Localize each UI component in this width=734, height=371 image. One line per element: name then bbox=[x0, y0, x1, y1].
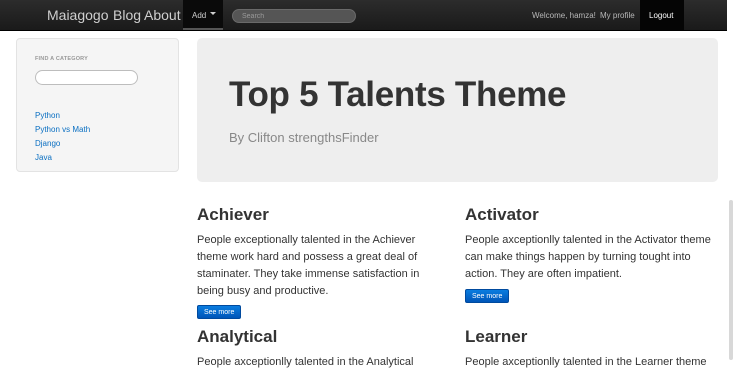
add-dropdown-label: Add bbox=[192, 11, 207, 20]
search-input[interactable] bbox=[232, 9, 356, 23]
top-navbar: Maiagogo Blog About Add Welcome, hamza! … bbox=[0, 0, 727, 31]
page-subtitle: By Clifton strengthsFinder bbox=[229, 130, 379, 145]
logout-button[interactable]: Logout bbox=[640, 0, 684, 30]
brand-link[interactable]: Maiagogo bbox=[47, 7, 109, 23]
talent-title-learner: Learner bbox=[465, 327, 528, 346]
category-link-django[interactable]: Django bbox=[35, 139, 60, 148]
talent-title-achiever: Achiever bbox=[197, 205, 269, 224]
category-link-java[interactable]: Java bbox=[35, 153, 52, 162]
page-title: Top 5 Talents Theme bbox=[229, 75, 567, 114]
see-more-button-achiever[interactable]: See more bbox=[197, 305, 242, 319]
talent-text-activator: People axceptionlly talented in the Acti… bbox=[465, 234, 711, 280]
talent-text-analytical: People axceptionlly talented in the Anal… bbox=[197, 356, 414, 368]
hero-banner: Top 5 Talents Theme By Clifton strengths… bbox=[197, 38, 718, 182]
logout-label: Logout bbox=[649, 11, 674, 20]
see-more-button-activator[interactable]: See more bbox=[465, 289, 510, 303]
talent-text-learner: People axceptionlly talented in the Lear… bbox=[465, 356, 707, 368]
talent-text-achiever: People exceptionally talented in the Ach… bbox=[197, 234, 420, 297]
category-search-input[interactable] bbox=[35, 70, 138, 85]
category-link-python[interactable]: Python bbox=[35, 111, 60, 120]
talent-title-activator: Activator bbox=[465, 205, 539, 224]
talent-title-analytical: Analytical bbox=[197, 327, 278, 346]
add-dropdown[interactable]: Add bbox=[183, 0, 223, 30]
welcome-text: Welcome, hamza! bbox=[532, 11, 596, 20]
category-link-python-vs-math[interactable]: Python vs Math bbox=[35, 125, 90, 134]
sidebar-title: FIND A CATEGORY bbox=[35, 56, 89, 62]
category-sidebar: FIND A CATEGORY Python Python vs Math Dj… bbox=[16, 38, 179, 172]
scrollbar-thumb[interactable] bbox=[729, 200, 733, 360]
nav-blog-link[interactable]: Blog bbox=[113, 7, 141, 23]
chevron-down-icon bbox=[210, 12, 216, 15]
my-profile-link[interactable]: My profile bbox=[600, 11, 635, 20]
nav-about-link[interactable]: About bbox=[144, 7, 181, 23]
